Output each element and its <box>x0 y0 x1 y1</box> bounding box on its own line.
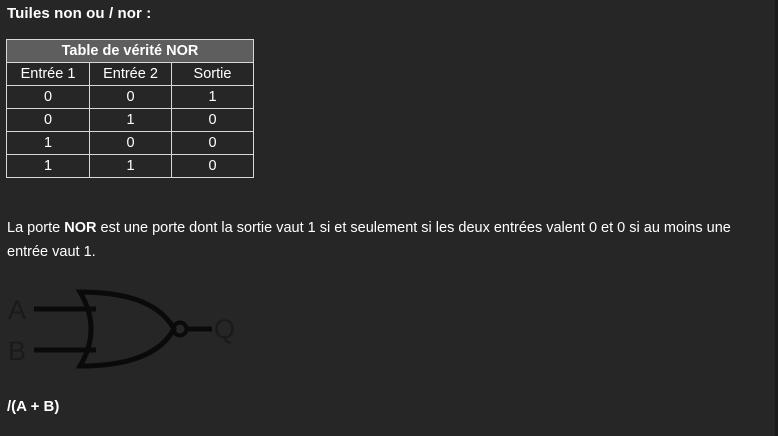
output-q-label: Q <box>214 314 235 344</box>
truth-table-header-row: Entrée 1 Entrée 2 Sortie <box>6 62 254 86</box>
nor-gate-icon: A B Q <box>8 289 235 369</box>
column-header-output: Sortie <box>171 62 254 86</box>
column-header-input-1: Entrée 1 <box>6 62 90 86</box>
table-row: 0 1 0 <box>6 108 254 132</box>
nor-truth-table: Table de vérité NOR Entrée 1 Entrée 2 So… <box>6 39 254 178</box>
table-cell: 1 <box>6 131 90 155</box>
column-header-input-2: Entrée 2 <box>89 62 172 86</box>
nor-gate-body <box>75 289 177 369</box>
table-cell: 0 <box>171 131 254 155</box>
table-cell: 0 <box>89 85 172 109</box>
table-row: 1 1 0 <box>6 154 254 178</box>
input-b-label: B <box>8 336 26 366</box>
table-cell: 0 <box>89 131 172 155</box>
table-cell: 0 <box>6 85 90 109</box>
table-cell: 1 <box>89 154 172 178</box>
description-keyword: NOR <box>64 220 97 236</box>
description-text-start: La porte <box>7 220 65 236</box>
truth-table-caption: Table de vérité NOR <box>6 39 254 63</box>
table-cell: 1 <box>89 108 172 132</box>
input-a-label: A <box>8 295 26 325</box>
table-cell: 1 <box>171 85 254 109</box>
table-cell: 0 <box>6 108 90 132</box>
description-text-end: est une porte dont la sortie vaut 1 si e… <box>7 220 731 260</box>
table-row: 0 0 1 <box>6 85 254 109</box>
section-heading: Tuiles non ou / nor : <box>7 5 152 22</box>
nor-description: La porte NOR est une porte dont la sorti… <box>7 216 772 264</box>
inversion-bubble <box>171 320 189 338</box>
table-cell: 0 <box>171 154 254 178</box>
table-cell: 1 <box>6 154 90 178</box>
table-row: 1 0 0 <box>6 131 254 155</box>
table-cell: 0 <box>171 108 254 132</box>
boolean-formula: /(A + B) <box>7 398 60 415</box>
